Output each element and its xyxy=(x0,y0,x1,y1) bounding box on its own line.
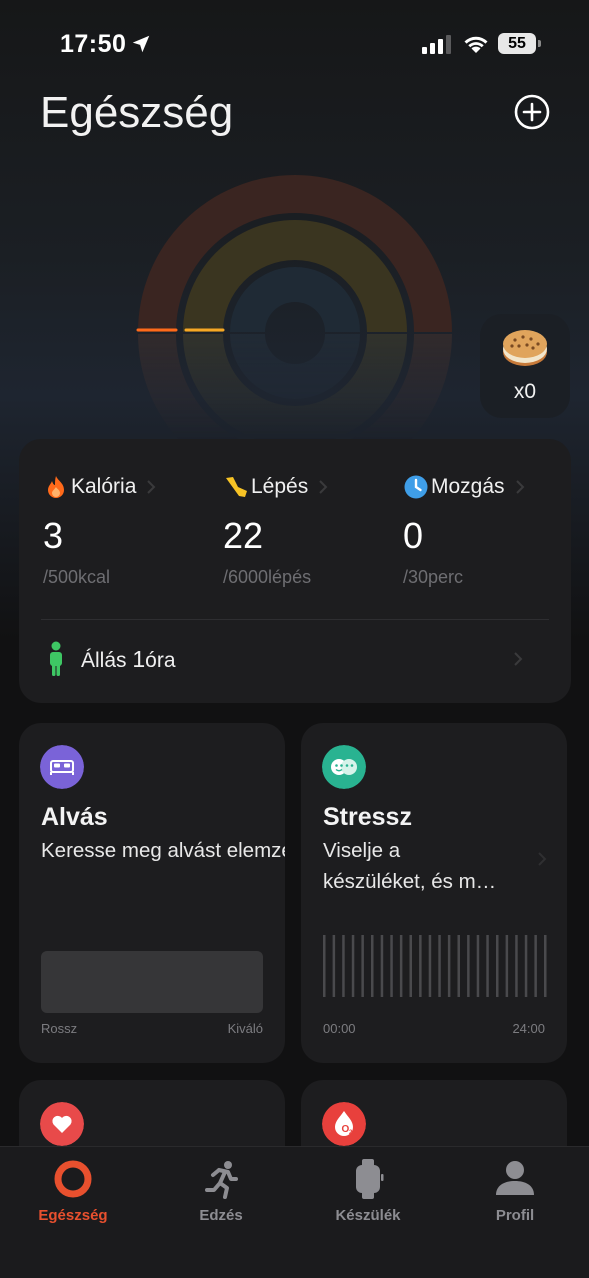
steps-target: /6000lépés xyxy=(223,567,312,587)
flame-icon xyxy=(48,476,64,498)
stress-bar-placeholder xyxy=(544,935,547,997)
stress-bar-placeholder xyxy=(476,935,480,997)
battery-tip xyxy=(538,40,541,47)
status-time: 17:50 xyxy=(60,30,127,58)
tab-workout[interactable]: Edzés xyxy=(166,1157,276,1237)
wifi-icon xyxy=(464,36,488,53)
oxygen-drop-icon: O 2 xyxy=(322,1102,366,1146)
stress-bar-placeholder xyxy=(419,935,422,997)
standing-value: 1 xyxy=(132,645,146,672)
chevron-right-icon xyxy=(319,480,328,494)
sleep-description: Keresse meg alvást elemzése xyxy=(41,839,285,862)
person-icon xyxy=(496,1161,534,1195)
tab-health[interactable]: Egészség xyxy=(18,1157,128,1237)
calorie-metric[interactable]: Kalória 3 /500kcal xyxy=(43,471,213,588)
stress-bar-placeholder xyxy=(351,935,355,997)
add-button[interactable] xyxy=(512,92,552,132)
stress-bar-placeholder xyxy=(524,935,528,997)
stress-bar-placeholder xyxy=(486,935,489,997)
stress-chart xyxy=(323,935,547,997)
chevron-right-icon xyxy=(147,480,156,494)
move-ring-track xyxy=(230,267,360,332)
stress-bar-placeholder xyxy=(342,935,345,997)
tab-workout-label: Edzés xyxy=(199,1207,243,1224)
stress-bar-placeholder xyxy=(447,935,451,997)
tab-bar: Egészség Edzés Készülék Profil xyxy=(0,1146,589,1278)
steps-label: Lépés xyxy=(251,475,309,498)
stress-title: Stressz xyxy=(323,803,412,831)
clock-icon xyxy=(404,475,428,499)
heart-icon xyxy=(40,1102,84,1146)
sleep-quality-bar xyxy=(41,951,263,1013)
stress-scale-end: 24:00 xyxy=(512,1021,545,1036)
rings-reflection xyxy=(138,334,452,440)
chevron-right-icon xyxy=(538,852,547,866)
stress-bar-placeholder xyxy=(467,935,470,997)
stress-description-line2: készüléket, és m… xyxy=(323,870,497,893)
stress-bar-placeholder xyxy=(399,935,403,997)
rewards-card[interactable]: x0 xyxy=(480,314,570,418)
move-target: /30perc xyxy=(403,567,464,587)
tab-device-label: Készülék xyxy=(335,1207,401,1224)
watch-icon xyxy=(356,1159,384,1199)
page-title: Egészség xyxy=(40,88,234,137)
sleep-card[interactable]: Alvás Keresse meg alvást elemzése Rossz … xyxy=(19,723,285,1063)
stress-face-icon xyxy=(322,745,366,789)
stress-bar-placeholder xyxy=(332,935,336,997)
stress-bar-placeholder xyxy=(534,935,537,997)
tab-profile[interactable]: Profil xyxy=(460,1157,570,1237)
calorie-value: 3 xyxy=(43,515,64,556)
tab-health-label: Egészség xyxy=(38,1207,108,1224)
stress-bar-placeholder xyxy=(323,935,326,997)
bed-icon xyxy=(40,745,84,789)
chevron-right-icon xyxy=(515,480,524,494)
divider xyxy=(41,619,549,620)
stress-bar-placeholder xyxy=(438,935,441,997)
calorie-target: /500kcal xyxy=(43,567,111,587)
stress-card[interactable]: Stressz Viselje a készüléket, és m… 00:0… xyxy=(301,723,567,1063)
sleep-title: Alvás xyxy=(41,803,108,831)
move-metric[interactable]: Mozgás 0 /30perc xyxy=(403,471,573,588)
rewards-count: x0 xyxy=(513,380,537,403)
stress-bar-placeholder xyxy=(380,935,384,997)
chevron-right-icon xyxy=(514,652,523,666)
stress-bar-placeholder xyxy=(505,935,509,997)
stress-bar-placeholder xyxy=(515,935,518,997)
tab-device[interactable]: Készülék xyxy=(313,1157,423,1237)
activity-rings[interactable] xyxy=(120,160,470,440)
stress-description: Viselje a készüléket, és m… xyxy=(323,835,563,897)
move-label: Mozgás xyxy=(431,475,505,498)
standing-label: Állás xyxy=(81,648,133,672)
stress-bar-placeholder xyxy=(496,935,499,997)
stress-bar-placeholder xyxy=(390,935,393,997)
cookie-icon xyxy=(503,330,547,366)
steps-metric[interactable]: Lépés 22 /6000lépés xyxy=(223,471,393,588)
stress-description-line1: Viselje a xyxy=(323,839,401,862)
calorie-label: Kalória xyxy=(71,475,137,498)
status-bar: 17:50 55 xyxy=(0,0,589,88)
stress-bar-placeholder xyxy=(361,935,364,997)
tab-profile-label: Profil xyxy=(495,1207,535,1224)
activity-summary-card[interactable]: Kalória 3 /500kcal Lépés 22 /6000lépés M… xyxy=(19,439,571,703)
sleep-scale-high: Kiváló xyxy=(227,1021,263,1036)
standing-unit: óra xyxy=(145,648,176,672)
stress-scale-start: 00:00 xyxy=(323,1021,356,1036)
steps-value: 22 xyxy=(223,515,264,556)
move-value: 0 xyxy=(403,515,424,556)
health-ring-icon xyxy=(54,1160,92,1198)
stress-bar-placeholder xyxy=(428,935,432,997)
stress-bar-placeholder xyxy=(457,935,460,997)
running-person-icon xyxy=(205,1161,238,1199)
cellular-signal-icon xyxy=(422,35,451,54)
standing-row[interactable]: Állás 1óra xyxy=(45,639,176,679)
stress-bar-placeholder xyxy=(409,935,412,997)
battery-indicator: 55 xyxy=(498,33,542,55)
location-arrow-icon xyxy=(132,35,150,53)
standing-text: Állás 1óra xyxy=(81,646,176,673)
sleep-scale-low: Rossz xyxy=(41,1021,78,1036)
battery-level: 55 xyxy=(498,33,536,54)
stress-bar-placeholder xyxy=(371,935,374,997)
shoe-icon xyxy=(226,477,247,497)
standing-person-icon xyxy=(50,641,62,676)
